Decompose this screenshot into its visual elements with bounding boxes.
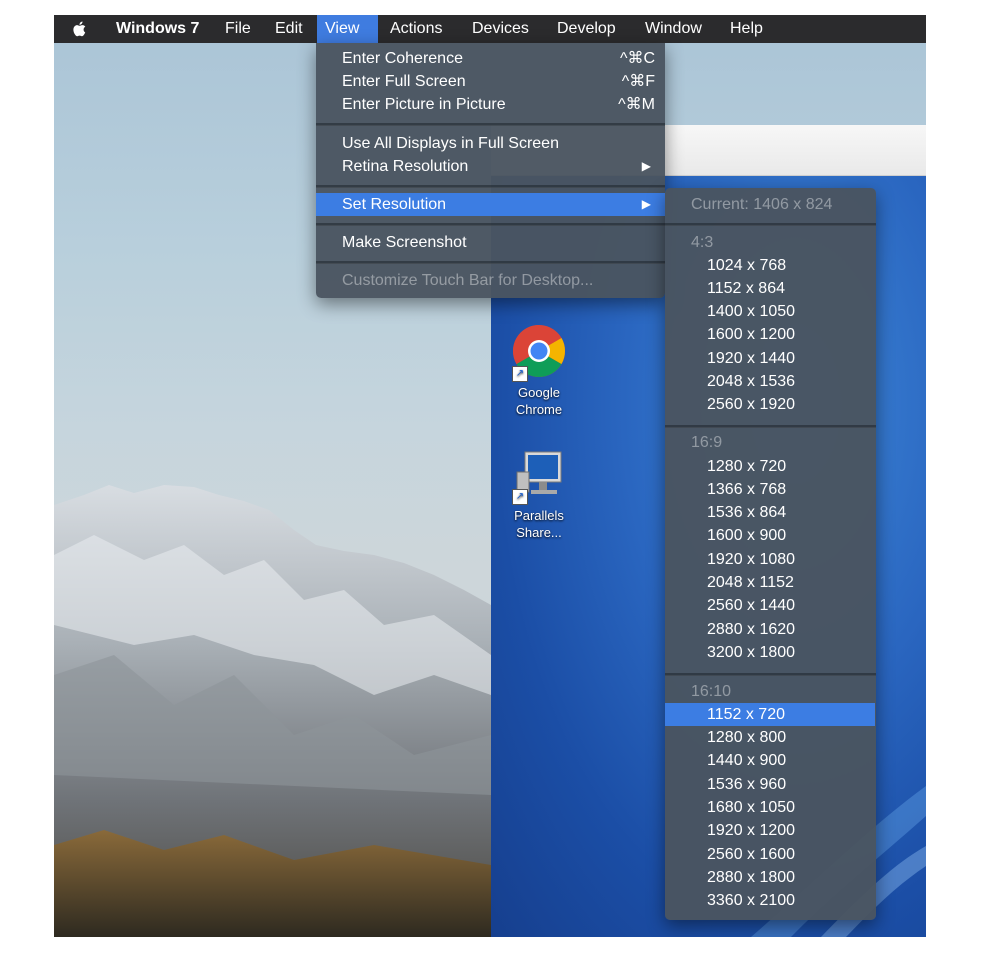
menu-bar: Windows 7 File Edit View Actions Devices… <box>54 15 926 43</box>
menu-help[interactable]: Help <box>722 15 771 43</box>
submenu-arrow-icon: ▶ <box>641 159 651 173</box>
resolution-item[interactable]: 1440 x 900 <box>665 749 875 772</box>
resolution-item[interactable]: 1280 x 800 <box>665 726 875 749</box>
resolution-item[interactable]: 1536 x 960 <box>665 773 875 796</box>
desktop-icon-parallels-shared[interactable]: ↗ Parallels Share... <box>499 444 579 541</box>
menu-windows-7[interactable]: Windows 7 <box>108 15 207 43</box>
group-header-16-9: 16:9 <box>691 434 723 451</box>
menu-file[interactable]: File <box>217 15 259 43</box>
resolution-item[interactable]: 1920 x 1200 <box>665 819 875 842</box>
resolution-item[interactable]: 2560 x 1440 <box>665 594 875 617</box>
resolution-item[interactable]: 1680 x 1050 <box>665 796 875 819</box>
desktop-icon-google-chrome[interactable]: ↗ Google Chrome <box>499 321 579 418</box>
resolution-item[interactable]: 1920 x 1440 <box>665 347 875 370</box>
menu-separator <box>665 223 876 226</box>
resolution-item[interactable]: 1366 x 768 <box>665 478 875 501</box>
shortcut-text: ^⌘C <box>619 50 655 67</box>
view-menu: Enter Coherence ^⌘C Enter Full Screen ^⌘… <box>316 43 665 298</box>
menu-separator <box>316 261 665 264</box>
menu-separator <box>316 185 665 188</box>
resolution-item[interactable]: 1152 x 864 <box>665 277 875 300</box>
menu-item-enter-picture-in-picture[interactable]: Enter Picture in Picture ^⌘M <box>316 93 665 116</box>
menu-edit[interactable]: Edit <box>267 15 311 43</box>
shortcut-text: ^⌘F <box>621 73 655 90</box>
resolution-item[interactable]: 2880 x 1620 <box>665 618 875 641</box>
resolution-item[interactable]: 2560 x 1600 <box>665 843 875 866</box>
resolution-item[interactable]: 3200 x 1800 <box>665 641 875 664</box>
shortcut-text: ^⌘M <box>618 96 655 113</box>
desktop-icon-label: Google Chrome <box>515 385 563 417</box>
submenu-arrow-icon: ▶ <box>641 197 651 211</box>
menu-item-set-resolution[interactable]: Set Resolution ▶ <box>316 193 665 216</box>
resolution-item[interactable]: 1920 x 1080 <box>665 548 875 571</box>
menu-item-enter-coherence[interactable]: Enter Coherence ^⌘C <box>316 47 665 70</box>
resolution-item[interactable]: 1400 x 1050 <box>665 300 875 323</box>
resolution-item-selected[interactable]: 1152 x 720 <box>665 703 875 726</box>
menu-window[interactable]: Window <box>637 15 710 43</box>
menu-separator <box>665 425 876 428</box>
resolution-item[interactable]: 1536 x 864 <box>665 501 875 524</box>
current-resolution: Current: 1406 x 824 <box>691 196 833 213</box>
group-header-4-3: 4:3 <box>691 234 714 251</box>
apple-icon[interactable] <box>72 20 88 38</box>
resolution-item[interactable]: 2048 x 1152 <box>665 571 875 594</box>
menu-separator <box>665 673 876 676</box>
menu-view[interactable]: View <box>317 15 378 43</box>
resolution-item[interactable]: 2048 x 1536 <box>665 370 875 393</box>
menu-item-make-screenshot[interactable]: Make Screenshot <box>316 231 665 254</box>
menu-develop[interactable]: Develop <box>549 15 624 43</box>
resolution-item[interactable]: 1024 x 768 <box>665 254 875 277</box>
desktop-icon-label: Parallels Share... <box>514 508 564 540</box>
menu-item-use-all-displays[interactable]: Use All Displays in Full Screen <box>316 132 665 155</box>
menu-separator <box>316 123 665 126</box>
resolution-item[interactable]: 2560 x 1920 <box>665 393 875 416</box>
shortcut-arrow-icon: ↗ <box>512 366 528 382</box>
menu-separator <box>316 223 665 226</box>
menu-devices[interactable]: Devices <box>464 15 537 43</box>
resolution-item[interactable]: 1600 x 900 <box>665 524 875 547</box>
group-header-16-10: 16:10 <box>691 683 732 700</box>
shortcut-arrow-icon: ↗ <box>512 489 528 505</box>
resolution-submenu: Current: 1406 x 824 4:3 1024 x 768 1152 … <box>665 188 876 920</box>
menu-item-enter-full-screen[interactable]: Enter Full Screen ^⌘F <box>316 70 665 93</box>
menu-item-customize-touch-bar: Customize Touch Bar for Desktop... <box>342 272 594 289</box>
menu-actions[interactable]: Actions <box>382 15 450 43</box>
resolution-item[interactable]: 1280 x 720 <box>665 455 875 478</box>
resolution-item[interactable]: 3360 x 2100 <box>665 889 875 912</box>
resolution-item[interactable]: 1600 x 1200 <box>665 323 875 346</box>
screen: ↗ Google Chrome ↗ Parallels Share... Win… <box>54 15 926 937</box>
resolution-item[interactable]: 2880 x 1800 <box>665 866 875 889</box>
menu-item-retina-resolution[interactable]: Retina Resolution ▶ <box>316 155 665 178</box>
